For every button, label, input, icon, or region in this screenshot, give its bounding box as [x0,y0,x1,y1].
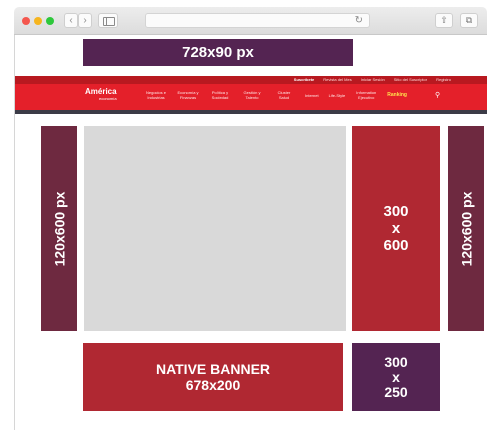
site-topbar: Suscríbete Revista del Mes Iniciar Sesión S… [15,76,487,84]
native-banner-ad-label: NATIVE BANNER 678x200 [155,361,271,393]
topbar-link[interactable]: Suscríbete [294,77,314,83]
back-button[interactable]: ‹ [64,13,78,28]
reload-icon[interactable]: ↻ [355,14,363,27]
address-bar[interactable]: ↻ [145,13,370,28]
topbar-link[interactable]: Registro [436,77,451,83]
tabs-overview-button[interactable]: ⧉ [460,13,478,28]
site-logo-text: América [85,87,117,96]
site-nav-item[interactable]: Economía y Finanzas [177,90,199,100]
site-nav-item[interactable]: Negocios e Industrias [145,90,167,100]
skyscraper-left-ad-slot: 120x600 px [41,126,77,331]
topbar-link[interactable]: Sitio del Suscriptor [394,77,427,83]
site-logo-subtext: economía [99,96,117,101]
site-nav-item[interactable]: Information Ejecutivo [355,90,377,100]
share-button[interactable]: ⇧ [435,13,453,28]
close-window-button[interactable] [22,17,30,25]
search-icon[interactable]: ⚲ [435,91,440,99]
minimize-window-button[interactable] [34,17,42,25]
site-nav-item[interactable]: Gestión y Talento [241,90,263,100]
topbar-link[interactable]: Iniciar Sesión [361,77,385,83]
forward-button[interactable]: › [78,13,92,28]
browser-toolbar: ‹ › ↻ ⇧ ⧉ [14,7,487,35]
site-logo[interactable]: América economía [85,87,117,102]
site-nav-item[interactable]: Cluster Salud [273,90,295,100]
site-nav-item[interactable]: Internet [305,93,319,98]
topbar-link[interactable]: Revista del Mes [323,77,351,83]
sidebar-toggle-button[interactable] [98,13,118,28]
site-header: Suscríbete Revista del Mes Iniciar Sesión S… [15,76,487,110]
half-page-ad-label: 300 x 600 [383,203,409,254]
chevron-left-icon: ‹ [69,15,73,26]
share-icon: ⇧ [440,15,448,25]
site-subnav-bar [15,110,487,114]
site-nav: Negocios e Industrias Economía y Finanzas… [145,90,407,100]
mpu-ad-label: 300 x 250 [384,353,408,400]
content-placeholder [84,126,346,331]
skyscraper-right-ad-label: 120x600 px [458,191,475,266]
tabs-icon: ⧉ [465,15,473,25]
chevron-right-icon: › [83,15,87,26]
site-nav-item[interactable]: Life-Style [329,93,346,98]
maximize-window-button[interactable] [46,17,54,25]
native-banner-ad-slot: NATIVE BANNER 678x200 [83,343,343,411]
site-nav-item[interactable]: Ranking [387,92,407,98]
topbar-links: Suscríbete Revista del Mes Iniciar Sesión S… [294,77,451,83]
leaderboard-ad-label: 728x90 px [182,44,254,61]
half-page-ad-slot: 300 x 600 [352,126,440,331]
skyscraper-left-ad-label: 120x600 px [51,191,68,266]
site-nav-item[interactable]: Política y Sociedad [209,90,231,100]
leaderboard-ad-slot: 728x90 px [83,39,353,66]
mpu-ad-slot: 300 x 250 [352,343,440,411]
skyscraper-right-ad-slot: 120x600 px [448,126,484,331]
